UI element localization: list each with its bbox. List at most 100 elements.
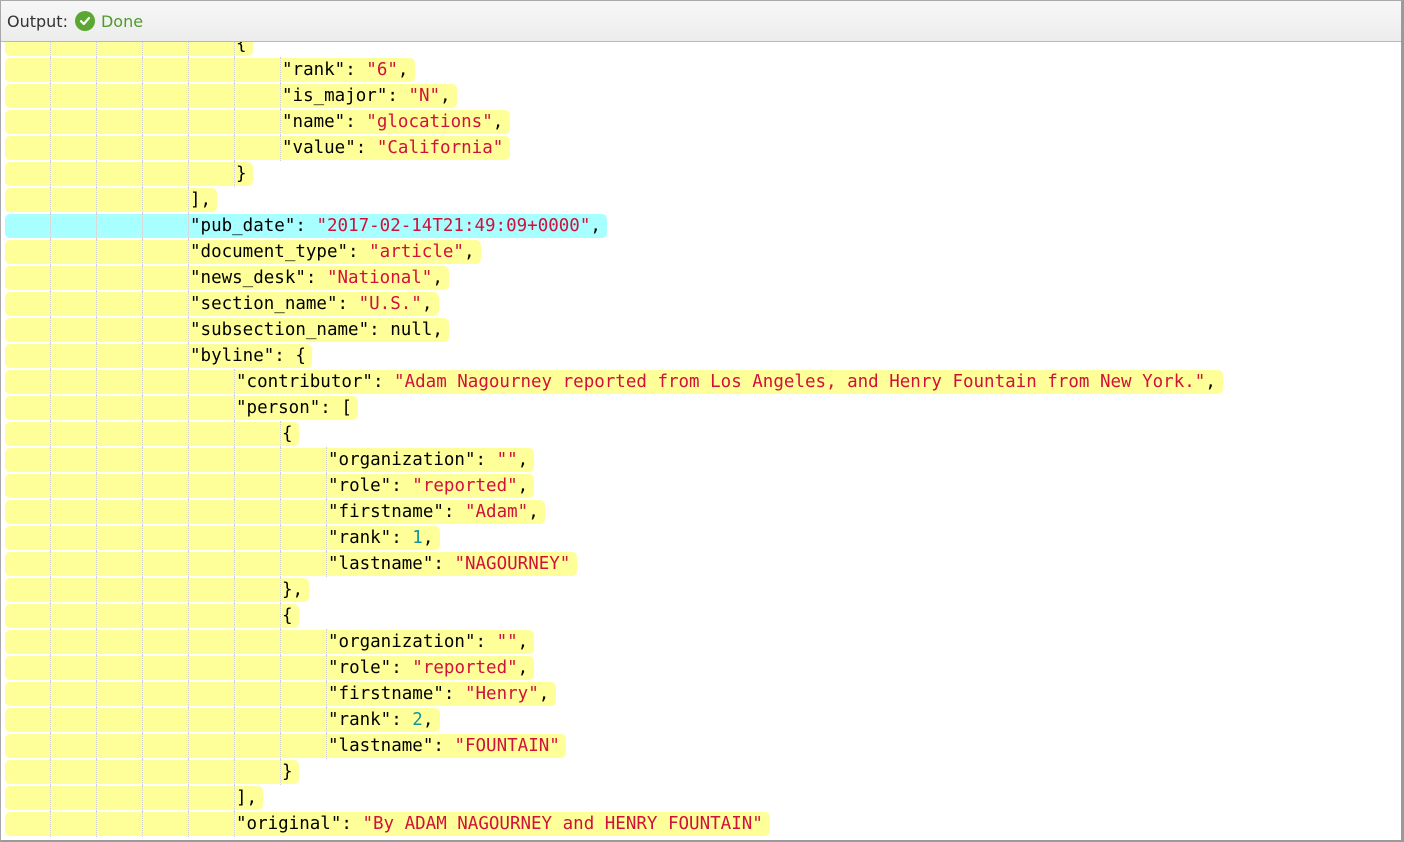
indent-guide — [142, 629, 143, 655]
indent-guide — [326, 655, 327, 681]
punctuation-token: , — [422, 710, 434, 730]
punctuation-token: , — [432, 268, 443, 288]
code-line[interactable]: "is_major": "N", — [1, 83, 1401, 109]
indent-guide — [280, 551, 281, 577]
code-line[interactable]: "name": "glocations", — [1, 109, 1401, 135]
code-line[interactable]: "firstname": "Henry", — [1, 681, 1401, 707]
code-line[interactable]: ], — [1, 187, 1401, 213]
indent-guide — [234, 473, 235, 499]
indent-guide — [188, 213, 189, 239]
code-line[interactable]: { — [1, 603, 1401, 629]
punctuation-token: : — [475, 632, 497, 652]
indent-guide — [326, 499, 327, 525]
indent-guide — [234, 421, 235, 447]
code-line[interactable]: { — [1, 42, 1401, 57]
indent-guide — [234, 135, 235, 161]
indent-guide — [188, 707, 189, 733]
code-line[interactable]: } — [1, 759, 1401, 785]
punctuation-token: }, — [282, 580, 304, 600]
code-line[interactable]: "rank": "6", — [1, 57, 1401, 83]
indent-guide — [326, 733, 327, 759]
indent-guide — [188, 291, 189, 317]
code-line[interactable]: "rank": 1, — [1, 525, 1401, 551]
code-line[interactable]: "news_desk": "National", — [1, 265, 1401, 291]
punctuation-token: , — [397, 60, 409, 80]
indent-guide — [50, 499, 51, 525]
code-line[interactable]: "document_type": "article", — [1, 239, 1401, 265]
indent-guide — [96, 629, 97, 655]
punctuation-token: , — [422, 528, 434, 548]
output-panel: Output: Done {"rank": "6", "is_major": "N… — [0, 0, 1404, 842]
indent-guide — [188, 265, 189, 291]
key-token: "is_major" — [282, 86, 388, 106]
indent-guide — [234, 577, 235, 603]
string-token: "" — [496, 450, 518, 470]
indent-guide — [50, 707, 51, 733]
punctuation-token: , — [517, 476, 529, 496]
indent-guide — [50, 265, 51, 291]
indent-guide — [188, 83, 189, 109]
indent-guide — [96, 239, 97, 265]
code-line[interactable]: "firstname": "Adam", — [1, 499, 1401, 525]
code-line[interactable]: "original": "By ADAM NAGOURNEY and HENRY… — [1, 811, 1401, 837]
indent-guide — [188, 421, 189, 447]
indent-guide — [280, 733, 281, 759]
indent-guide — [188, 785, 189, 811]
code-line[interactable]: "role": "reported", — [1, 655, 1401, 681]
code-text: "contributor": "Adam Nagourney reported … — [236, 369, 1216, 395]
indent-guide — [280, 525, 281, 551]
match-highlight — [5, 786, 264, 810]
indent-guide — [96, 109, 97, 135]
indent-guide — [234, 161, 235, 187]
code-line[interactable]: "lastname": "NAGOURNEY" — [1, 551, 1401, 577]
indent-guide — [142, 317, 143, 343]
string-token: "U.S." — [358, 294, 422, 314]
code-line[interactable]: "role": "reported", — [1, 473, 1401, 499]
punctuation-token: : { — [274, 346, 306, 366]
code-line[interactable]: "person": [ — [1, 395, 1401, 421]
match-highlight — [5, 162, 253, 186]
string-token: "Adam" — [464, 502, 529, 522]
indent-guide — [188, 109, 189, 135]
indent-guide — [142, 499, 143, 525]
indent-guide — [280, 655, 281, 681]
indent-guide — [234, 109, 235, 135]
code-line[interactable]: "subsection_name": null, — [1, 317, 1401, 343]
code-line[interactable]: }, — [1, 577, 1401, 603]
indent-guide — [280, 109, 281, 135]
code-line[interactable]: "contributor": "Adam Nagourney reported … — [1, 369, 1401, 395]
indent-guide — [50, 42, 51, 57]
indent-guide — [188, 551, 189, 577]
indent-guide — [50, 109, 51, 135]
code-line[interactable]: } — [1, 161, 1401, 187]
code-line[interactable]: "section_name": "U.S.", — [1, 291, 1401, 317]
string-token: "N" — [408, 86, 441, 106]
indent-guide — [96, 395, 97, 421]
punctuation-token: , — [538, 684, 550, 704]
indent-guide — [142, 421, 143, 447]
key-token: "pub_date" — [190, 216, 296, 236]
code-line[interactable]: "rank": 2, — [1, 707, 1401, 733]
code-line[interactable]: "organization": "", — [1, 447, 1401, 473]
punctuation-token: : — [433, 736, 455, 756]
key-token: "subsection_name" — [190, 320, 370, 340]
code-line[interactable]: "byline": { — [1, 343, 1401, 369]
indent-guide — [142, 291, 143, 317]
indent-guide — [326, 447, 327, 473]
code-line[interactable]: "organization": "", — [1, 629, 1401, 655]
code-text: } — [236, 161, 247, 187]
indent-guide — [188, 161, 189, 187]
code-text: "organization": "", — [328, 629, 528, 655]
punctuation-token: { — [282, 424, 293, 444]
code-line[interactable]: "value": "California" — [1, 135, 1401, 161]
indent-guide — [142, 343, 143, 369]
code-line-selected[interactable]: "pub_date": "2017-02-14T21:49:09+0000", — [1, 213, 1401, 239]
code-line[interactable]: ], — [1, 785, 1401, 811]
code-line[interactable]: "lastname": "FOUNTAIN" — [1, 733, 1401, 759]
indent-guide — [96, 369, 97, 395]
code-line[interactable]: { — [1, 421, 1401, 447]
code-text: } — [282, 759, 293, 785]
json-output-viewer[interactable]: {"rank": "6", "is_major": "N", "name": "gl… — [1, 42, 1401, 840]
punctuation-token: , — [517, 658, 529, 678]
code-text: "rank": 2, — [328, 707, 433, 733]
